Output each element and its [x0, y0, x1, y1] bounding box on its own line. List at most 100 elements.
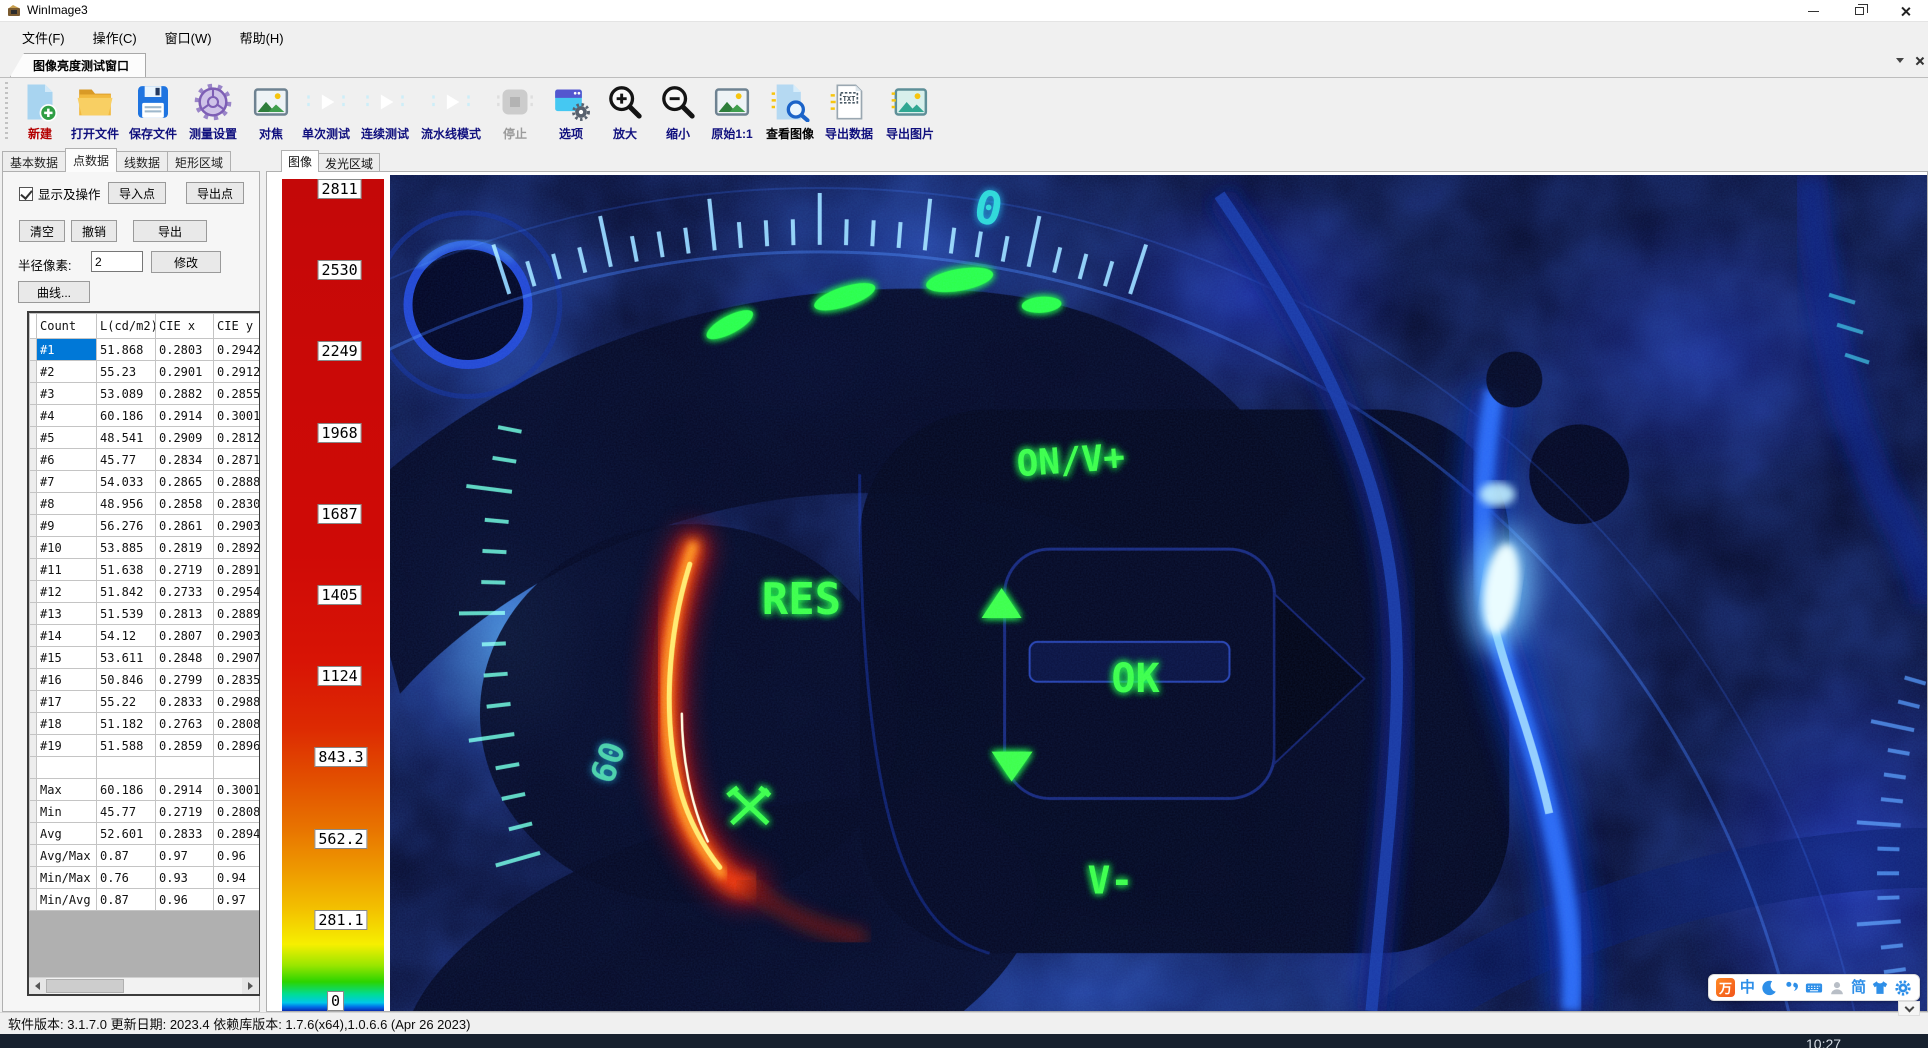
minimize-button[interactable]	[1790, 0, 1836, 22]
toolbar-button-view-image-13[interactable]: 查看图像	[760, 80, 820, 146]
curve-button[interactable]: 曲线...	[18, 281, 90, 303]
modify-button[interactable]: 修改	[151, 251, 221, 273]
document-tab[interactable]: 图像亮度测试窗口	[10, 53, 146, 77]
show-operate-checkbox[interactable]	[19, 187, 33, 201]
toolbar-button-zoom-out-11[interactable]: 缩小	[654, 80, 702, 146]
toolbar-label: 查看图像	[766, 125, 814, 142]
table-row[interactable]: Min/Avg0.870.960.97	[30, 889, 262, 911]
table-row[interactable]: #848.9560.28580.2830	[30, 493, 262, 515]
table-cell: 51.868	[97, 339, 156, 361]
toolbar-grip[interactable]	[5, 82, 8, 142]
table-row[interactable]: #151.8680.28030.2942	[30, 339, 262, 361]
table-row[interactable]: Min45.770.27190.2808	[30, 801, 262, 823]
undo-button[interactable]: 撤销	[71, 220, 117, 242]
table-cell: 0.2914	[156, 405, 214, 427]
table-cell: 0.2719	[156, 801, 214, 823]
table-row[interactable]: Min/Max0.760.930.94	[30, 867, 262, 889]
clear-button[interactable]: 清空	[19, 220, 65, 242]
menu-item-3[interactable]: 帮助(H)	[228, 24, 296, 51]
toolbar-button-new-file-0[interactable]: 新建	[12, 80, 68, 146]
panel-tab-3[interactable]: 矩形区域	[167, 151, 231, 172]
sogou-logo-icon[interactable]: 万	[1716, 978, 1735, 997]
export-points-button[interactable]: 导出点	[186, 182, 244, 204]
toolbar-button-play-7[interactable]: 流水线模式	[415, 80, 487, 146]
table-cell: 0.2894	[214, 823, 262, 845]
panel-tab-1[interactable]: 点数据	[65, 148, 117, 172]
table-row[interactable]: #956.2760.28610.2903	[30, 515, 262, 537]
toolbar-label: 放大	[613, 125, 637, 142]
table-hscrollbar[interactable]	[29, 977, 259, 994]
close-button[interactable]	[1882, 0, 1928, 22]
table-cell: #19	[37, 735, 97, 757]
toolbar-label: 原始1:1	[711, 125, 752, 142]
skin-icon[interactable]	[1871, 979, 1889, 997]
toolbar-button-play-6[interactable]: 连续测试	[355, 80, 415, 146]
language-bar-expand-icon[interactable]	[1898, 1001, 1920, 1016]
table-row[interactable]: #548.5410.29090.2812	[30, 427, 262, 449]
toolbar-button-image-4[interactable]: 对焦	[247, 80, 295, 146]
table-row[interactable]: #754.0330.28650.2888	[30, 471, 262, 493]
voice-tone-icon[interactable]	[1783, 979, 1801, 997]
toolbar-button-play-5[interactable]: 单次测试	[296, 80, 356, 146]
panel-tab-2[interactable]: 线数据	[116, 151, 168, 172]
table-row[interactable]: #1650.8460.27990.2835	[30, 669, 262, 691]
table-cell: 51.842	[97, 581, 156, 603]
table-row[interactable]: #1053.8850.28190.2892	[30, 537, 262, 559]
table-row[interactable]: Max60.1860.29140.3001	[30, 779, 262, 801]
table-row[interactable]: #460.1860.29140.3001	[30, 405, 262, 427]
toolbar-button-options-9[interactable]: 选项	[547, 80, 595, 146]
radius-input[interactable]	[91, 251, 143, 272]
table-row[interactable]: #255.230.29010.2912	[30, 361, 262, 383]
canvas-tab-0[interactable]: 图像	[281, 150, 319, 172]
table-row[interactable]: Avg/Max0.870.970.96	[30, 845, 262, 867]
image-canvas-area: 2811253022491968168714051124843.3562.228…	[266, 171, 1928, 1012]
table-row[interactable]: Avg52.6010.28330.2894	[30, 823, 262, 845]
soft-keyboard-icon[interactable]	[1805, 979, 1823, 997]
table-cell: 56.276	[97, 515, 156, 537]
menu-item-2[interactable]: 窗口(W)	[153, 24, 224, 51]
menu-item-0[interactable]: 文件(F)	[10, 24, 77, 51]
table-row[interactable]: #1553.6110.28480.2907	[30, 647, 262, 669]
export-button[interactable]: 导出	[133, 220, 207, 242]
scroll-right-icon[interactable]	[242, 978, 259, 994]
tab-bar: 图像亮度测试窗口	[0, 52, 1928, 78]
restore-button[interactable]	[1836, 0, 1882, 22]
toolbar-button-measure-gear-3[interactable]: 测量设置	[183, 80, 243, 146]
table-cell: 0.2819	[156, 537, 214, 559]
toolbar-button-open-folder-1[interactable]: 打开文件	[65, 80, 125, 146]
toolbar-label: 流水线模式	[421, 125, 481, 142]
table-cell: Min/Max	[37, 867, 97, 889]
table-row[interactable]: #1454.120.28070.2903	[30, 625, 262, 647]
import-points-button[interactable]: 导入点	[108, 182, 166, 204]
toolbar-button-save-2[interactable]: 保存文件	[123, 80, 183, 146]
menu-item-1[interactable]: 操作(C)	[81, 24, 149, 51]
tab-close-icon[interactable]	[1914, 56, 1924, 66]
toolbar-button-stop-8[interactable]: 停止	[491, 80, 539, 146]
toolbar-button-image-12[interactable]: 原始1:1	[703, 80, 761, 146]
night-mode-icon[interactable]	[1760, 979, 1778, 997]
toolbar-button-export-image-15[interactable]: 导出图片	[880, 80, 940, 146]
table-row[interactable]: #1951.5880.28590.2896	[30, 735, 262, 757]
tab-list-dropdown-icon[interactable]	[1896, 57, 1904, 65]
luminance-image[interactable]: ON/V+ RES OK V- 0 60	[390, 175, 1927, 1011]
table-row[interactable]: #1151.6380.27190.2891	[30, 559, 262, 581]
simplified-chinese-icon[interactable]: 简	[1851, 980, 1866, 995]
panel-tab-0[interactable]: 基本数据	[2, 151, 66, 172]
table-row[interactable]: #353.0890.28820.2855	[30, 383, 262, 405]
table-row[interactable]: #645.770.28340.2871	[30, 449, 262, 471]
chinese-mode-icon[interactable]: 中	[1740, 980, 1755, 995]
scrollbar-thumb[interactable]	[46, 979, 124, 993]
table-row[interactable]: #1251.8420.27330.2954	[30, 581, 262, 603]
canvas-tab-1[interactable]: 发光区域	[318, 153, 380, 172]
scroll-left-icon[interactable]	[29, 978, 46, 994]
toolbar-button-zoom-in-10[interactable]: 放大	[601, 80, 649, 146]
table-row[interactable]: #1851.1820.27630.2808	[30, 713, 262, 735]
settings-icon[interactable]	[1894, 979, 1912, 997]
status-bar: 软件版本: 3.1.7.0 更新日期: 2023.4 依赖库版本: 1.7.6(…	[0, 1012, 1928, 1034]
table-row[interactable]	[30, 757, 262, 779]
table-row[interactable]: #1351.5390.28130.2889	[30, 603, 262, 625]
table-cell: #6	[37, 449, 97, 471]
toolbar-button-export-txt-14[interactable]: 导出数据	[819, 80, 879, 146]
table-row[interactable]: #1755.220.28330.2988	[30, 691, 262, 713]
account-icon[interactable]	[1828, 979, 1846, 997]
